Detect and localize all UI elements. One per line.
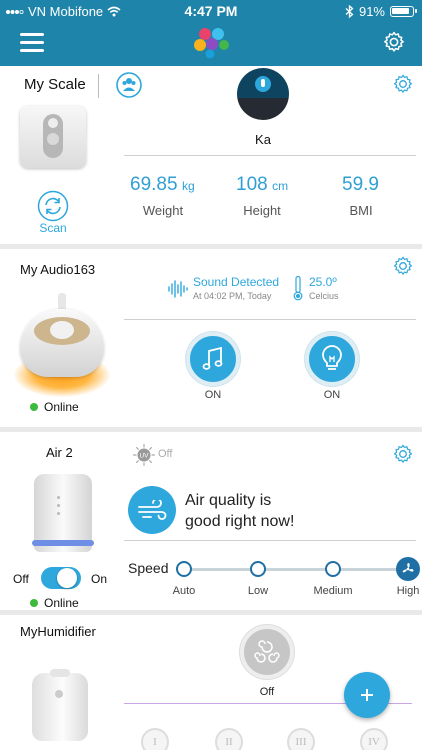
height-value: 108 [236,174,268,195]
humidifier-image [32,669,88,741]
speed-option-medium[interactable]: Medium [308,585,358,597]
status-bar: VN Mobifone 4:47 PM 91% [0,0,422,22]
audio-status-text: Online [44,400,79,414]
app-logo [194,28,229,59]
music-note-icon [202,346,223,370]
avatar[interactable] [237,68,289,120]
humidifier-level-3[interactable]: III [287,728,315,750]
scale-device-image [20,106,86,168]
height-unit: cm [272,179,289,193]
online-indicator [30,599,38,607]
battery-icon [390,6,417,17]
humidifier-state: Off [259,686,275,698]
music-state: ON [204,389,222,401]
power-toggle[interactable] [41,567,81,589]
humidifier-power-button[interactable] [240,625,294,679]
audio-divider [124,319,416,320]
height-reading: 108 cm [236,174,288,196]
bluetooth-icon [345,5,354,18]
battery-percent: 91% [358,4,385,19]
users-icon[interactable] [116,72,142,98]
speed-option-auto[interactable]: Auto [164,585,204,597]
uv-icon[interactable]: UV [133,444,155,466]
air-purifier-image [32,474,94,552]
title-divider [98,74,99,98]
bmi-value: 59.9 [342,174,379,195]
weight-unit: kg [182,179,195,193]
sound-time: At 04:02 PM, Today [193,291,272,301]
sound-wave-icon [168,280,188,298]
air-quality-message: Air quality is good right now! [185,490,294,532]
menu-button[interactable] [20,33,44,52]
audio-status: Online [30,400,79,414]
user-name: Ka [255,132,271,147]
toggle-off-label: Off [13,572,29,586]
weight-reading: 69.85 kg [130,174,195,196]
temperature-value: 25.0º [309,275,337,289]
height-label: Height [243,203,281,218]
online-indicator [30,403,38,411]
light-button[interactable] [305,332,359,386]
music-button[interactable] [186,332,240,386]
speed-option-high[interactable]: High [388,585,422,597]
scale-divider [124,155,416,156]
humidifier-level-4[interactable]: IV [360,728,388,750]
air-quality-line2: good right now! [185,513,295,530]
air-purifier-card: Air 2 UV Off Off On Online Air quality i… [0,432,422,610]
scale-settings-icon[interactable] [392,73,414,95]
light-state: ON [323,389,341,401]
scan-icon[interactable] [37,190,69,222]
scale-card: My Scale Scan Ka 69.85 kg Weight 108 cm … [0,66,422,244]
speed-track [184,568,408,571]
thermometer-icon [293,275,303,301]
speed-option-low[interactable]: Low [238,585,278,597]
humidifier-level-1[interactable]: I [141,728,169,750]
air-status-text: Online [44,596,79,610]
air-quality-indicator [128,486,176,534]
svg-text:UV: UV [139,453,149,460]
plus-icon [361,689,373,701]
speed-stop-low[interactable] [250,561,266,577]
air-settings-icon[interactable] [392,443,414,465]
air-status: Online [30,596,79,610]
speed-stop-high[interactable] [396,557,420,581]
wind-icon [138,500,167,520]
temperature-unit: Celcius [309,291,339,301]
weight-value: 69.85 [130,174,178,195]
light-bulb-icon [322,345,342,370]
add-device-button[interactable] [344,672,390,718]
settings-icon[interactable] [382,30,406,54]
bmi-label: BMI [349,203,373,218]
audio-card: My Audio163 Online Sound Detected At 04:… [0,249,422,427]
audio-device-image [20,309,104,377]
speed-label: Speed [128,560,169,576]
speed-stop-auto[interactable] [176,561,192,577]
scale-title: My Scale [24,76,86,93]
speed-stop-medium[interactable] [325,561,341,577]
uv-state: Off [158,448,173,460]
fan-icon [402,563,414,573]
audio-settings-icon[interactable] [392,255,414,277]
mist-icon [254,640,280,663]
scan-button[interactable]: Scan [28,221,78,235]
air-title: Air 2 [46,445,73,460]
toggle-on-label: On [91,572,108,586]
app-header: VN Mobifone 4:47 PM 91% [0,0,422,66]
audio-title: My Audio163 [20,262,96,277]
sound-status: Sound Detected [193,275,280,289]
air-quality-line1: Air quality is [185,492,272,509]
humidifier-level-2[interactable]: II [215,728,243,750]
humidifier-title: MyHumidifier [20,624,96,639]
weight-label: Weight [142,203,184,218]
air-divider [124,540,416,541]
